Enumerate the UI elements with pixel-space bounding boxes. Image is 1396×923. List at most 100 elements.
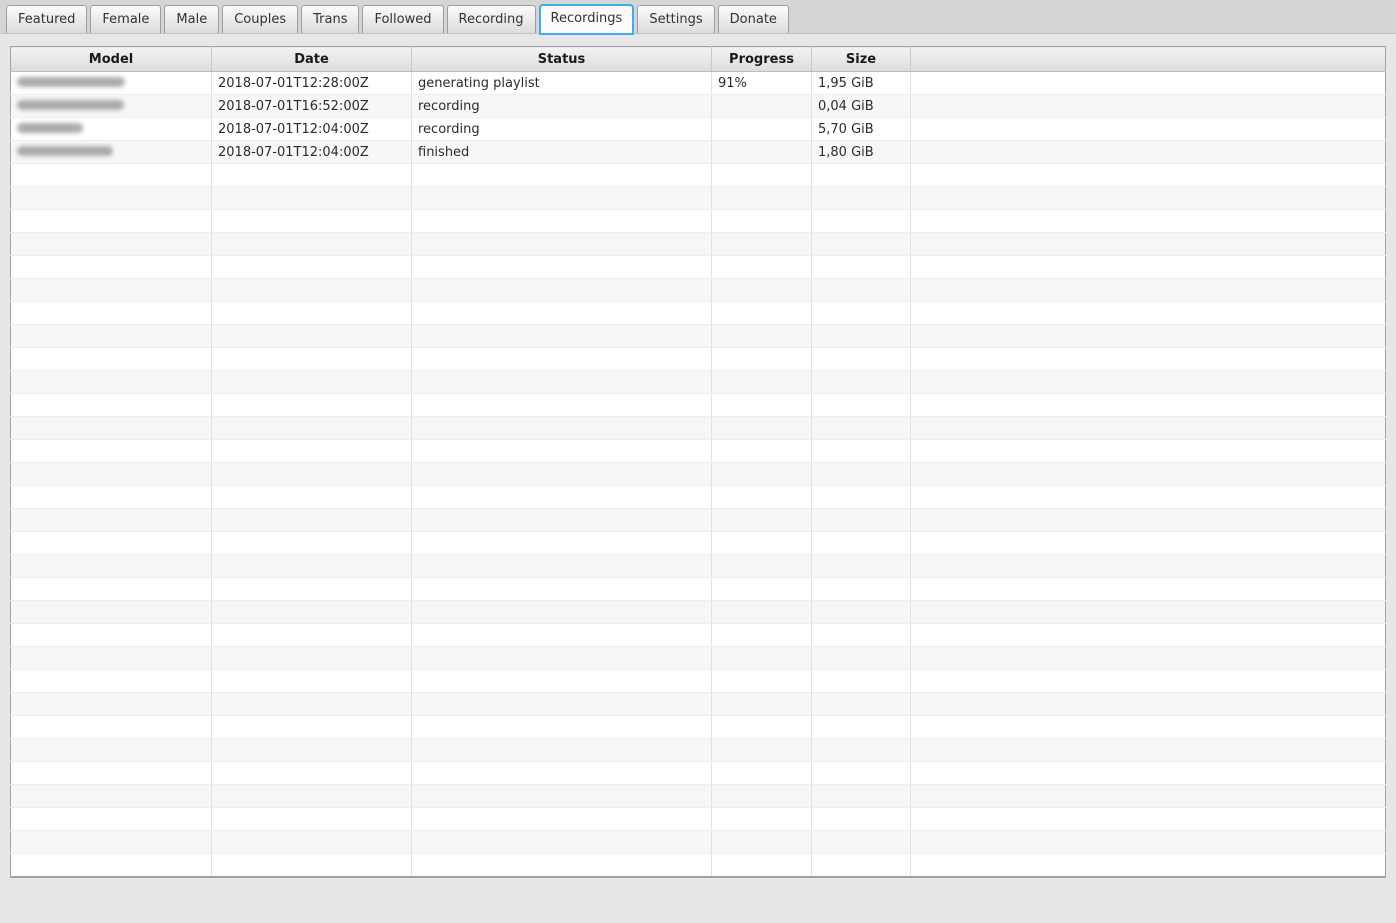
empty-cell-model — [10, 439, 212, 463]
cell-date: 2018-07-01T12:04:00Z — [211, 117, 412, 141]
empty-cell-model — [10, 209, 212, 233]
empty-cell-model — [10, 301, 212, 325]
table-row[interactable]: 2018-07-01T12:28:00Z generating playlist 9… — [10, 71, 1386, 95]
empty-cell-model — [10, 485, 212, 509]
empty-cell-progress — [711, 807, 812, 831]
empty-cell-size — [811, 554, 911, 578]
tab-donate[interactable]: Donate — [717, 5, 789, 33]
tab-couples[interactable]: Couples — [222, 5, 299, 33]
empty-cell-size — [811, 439, 911, 463]
table-row[interactable]: 2018-07-01T16:52:00Z recording 0,04 GiB — [10, 94, 1386, 118]
empty-cell-date — [211, 692, 412, 716]
empty-cell-size — [811, 830, 911, 854]
empty-cell-extra — [910, 278, 1386, 302]
empty-cell-date — [211, 439, 412, 463]
empty-cell-size — [811, 646, 911, 670]
empty-table-row — [10, 255, 1386, 279]
empty-cell-extra — [910, 439, 1386, 463]
empty-cell-status — [411, 646, 712, 670]
empty-cell-date — [211, 485, 412, 509]
empty-cell-model — [10, 738, 212, 762]
table-row[interactable]: 2018-07-01T12:04:00Z finished 1,80 GiB — [10, 140, 1386, 164]
empty-cell-progress — [711, 324, 812, 348]
empty-cell-progress — [711, 439, 812, 463]
cell-progress — [711, 117, 812, 141]
empty-cell-progress — [711, 209, 812, 233]
cell-date: 2018-07-01T12:28:00Z — [211, 71, 412, 95]
tab-recordings[interactable]: Recordings — [538, 4, 635, 35]
column-header-status[interactable]: Status — [411, 46, 712, 72]
tab-followed[interactable]: Followed — [362, 5, 444, 33]
empty-table-row — [10, 738, 1386, 762]
column-header-size[interactable]: Size — [811, 46, 911, 72]
empty-table-row — [10, 301, 1386, 325]
empty-cell-extra — [910, 163, 1386, 187]
cell-progress: 91% — [711, 71, 812, 95]
empty-cell-progress — [711, 393, 812, 417]
tab-female[interactable]: Female — [90, 5, 162, 33]
cell-size: 1,80 GiB — [811, 140, 911, 164]
empty-cell-status — [411, 370, 712, 394]
empty-cell-status — [411, 508, 712, 532]
empty-cell-model — [10, 853, 212, 877]
empty-cell-date — [211, 784, 412, 808]
cell-date: 2018-07-01T16:52:00Z — [211, 94, 412, 118]
empty-cell-status — [411, 416, 712, 440]
empty-cell-status — [411, 301, 712, 325]
tab-recording[interactable]: Recording — [446, 5, 536, 33]
cell-status: finished — [411, 140, 712, 164]
empty-table-row — [10, 163, 1386, 187]
table-row[interactable]: 2018-07-01T12:04:00Z recording 5,70 GiB — [10, 117, 1386, 141]
empty-cell-size — [811, 393, 911, 417]
column-header-model[interactable]: Model — [10, 46, 212, 72]
empty-cell-model — [10, 623, 212, 647]
empty-cell-model — [10, 186, 212, 210]
empty-table-row — [10, 623, 1386, 647]
empty-cell-status — [411, 784, 712, 808]
empty-cell-size — [811, 324, 911, 348]
empty-cell-model — [10, 600, 212, 624]
empty-cell-model — [10, 531, 212, 555]
empty-cell-progress — [711, 301, 812, 325]
empty-table-row — [10, 462, 1386, 486]
empty-cell-model — [10, 715, 212, 739]
cell-size: 1,95 GiB — [811, 71, 911, 95]
empty-cell-date — [211, 554, 412, 578]
empty-table-row — [10, 232, 1386, 256]
empty-cell-model — [10, 324, 212, 348]
empty-cell-size — [811, 577, 911, 601]
empty-cell-size — [811, 807, 911, 831]
empty-cell-size — [811, 669, 911, 693]
column-header-extra[interactable] — [910, 46, 1386, 72]
empty-table-row — [10, 508, 1386, 532]
empty-cell-size — [811, 738, 911, 762]
empty-cell-date — [211, 278, 412, 302]
empty-cell-progress — [711, 692, 812, 716]
column-header-date[interactable]: Date — [211, 46, 412, 72]
empty-cell-extra — [910, 646, 1386, 670]
empty-cell-status — [411, 531, 712, 555]
empty-cell-extra — [910, 784, 1386, 808]
tab-featured[interactable]: Featured — [6, 5, 88, 33]
empty-cell-size — [811, 508, 911, 532]
empty-cell-model — [10, 232, 212, 256]
empty-cell-model — [10, 554, 212, 578]
empty-cell-date — [211, 255, 412, 279]
empty-cell-extra — [910, 393, 1386, 417]
column-header-progress[interactable]: Progress — [711, 46, 812, 72]
tab-bar: Featured Female Male Couples Trans Followed Re… — [0, 0, 1396, 35]
tab-settings[interactable]: Settings — [637, 5, 715, 33]
empty-cell-progress — [711, 462, 812, 486]
empty-cell-progress — [711, 669, 812, 693]
empty-cell-date — [211, 577, 412, 601]
tab-male[interactable]: Male — [164, 5, 220, 33]
empty-cell-status — [411, 347, 712, 371]
empty-cell-status — [411, 209, 712, 233]
empty-cell-progress — [711, 853, 812, 877]
empty-table-row — [10, 393, 1386, 417]
recordings-table-container: Model Date Status Progress Size 2018-07-01T1… — [10, 46, 1386, 878]
empty-table-row — [10, 347, 1386, 371]
empty-cell-size — [811, 186, 911, 210]
tab-trans[interactable]: Trans — [301, 5, 360, 33]
redacted-model-name — [17, 146, 113, 156]
